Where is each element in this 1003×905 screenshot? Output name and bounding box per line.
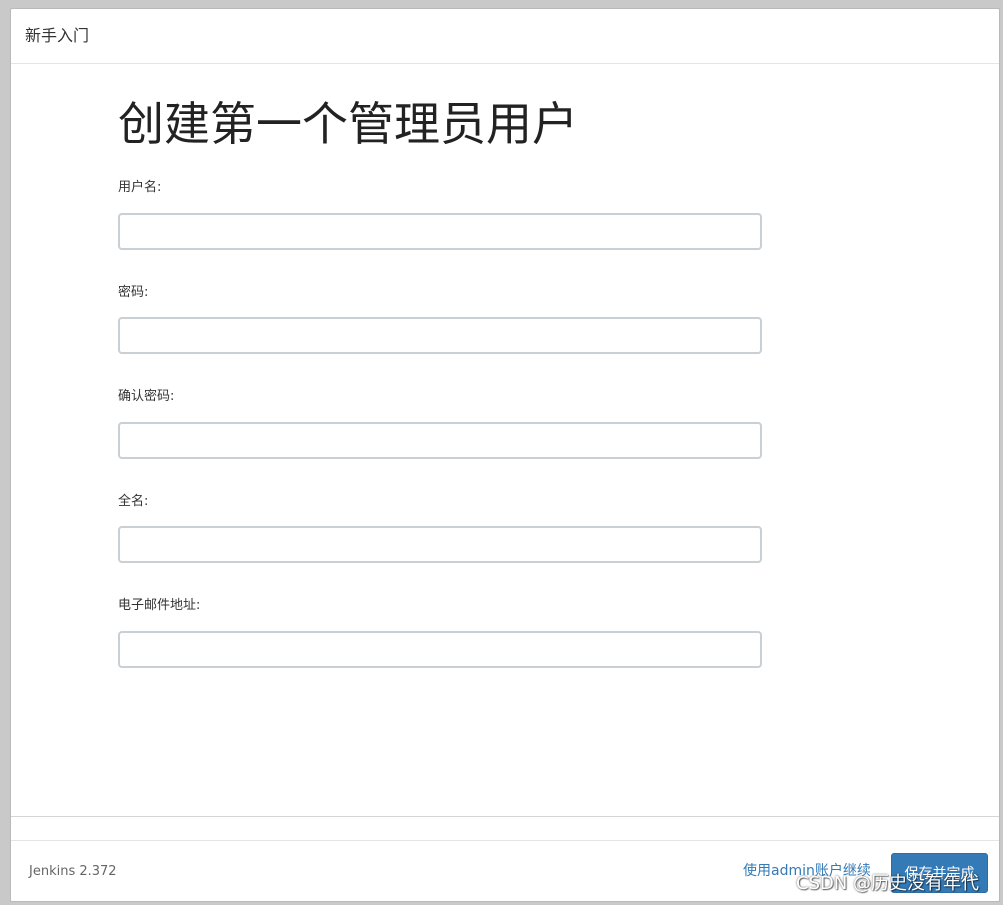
username-input[interactable] bbox=[118, 213, 762, 250]
confirm-password-input[interactable] bbox=[118, 422, 762, 459]
jenkins-version: Jenkins 2.372 bbox=[29, 864, 117, 879]
setup-dialog: 新手入门 创建第一个管理员用户 用户名: 密码: 确认密码: 全名: 电子邮件地… bbox=[10, 8, 1000, 902]
save-and-finish-button[interactable]: 保存并完成 bbox=[891, 853, 988, 893]
dialog-footer: Jenkins 2.372 使用admin账户继续 保存并完成 bbox=[11, 840, 999, 901]
dialog-header: 新手入门 bbox=[11, 9, 999, 64]
password-input[interactable] bbox=[118, 317, 762, 354]
full-name-input[interactable] bbox=[118, 526, 762, 563]
email-label: 电子邮件地址: bbox=[118, 598, 201, 613]
page-title: 创建第一个管理员用户 bbox=[118, 97, 578, 151]
dialog-body: 创建第一个管理员用户 用户名: 密码: 确认密码: 全名: 电子邮件地址: bbox=[11, 64, 999, 817]
full-name-label: 全名: bbox=[118, 494, 149, 509]
username-label: 用户名: bbox=[118, 180, 162, 195]
dialog-title: 新手入门 bbox=[25, 26, 90, 45]
continue-as-admin-link[interactable]: 使用admin账户继续 bbox=[743, 862, 871, 880]
confirm-password-label: 确认密码: bbox=[118, 389, 175, 404]
password-label: 密码: bbox=[118, 285, 149, 300]
email-input[interactable] bbox=[118, 631, 762, 668]
